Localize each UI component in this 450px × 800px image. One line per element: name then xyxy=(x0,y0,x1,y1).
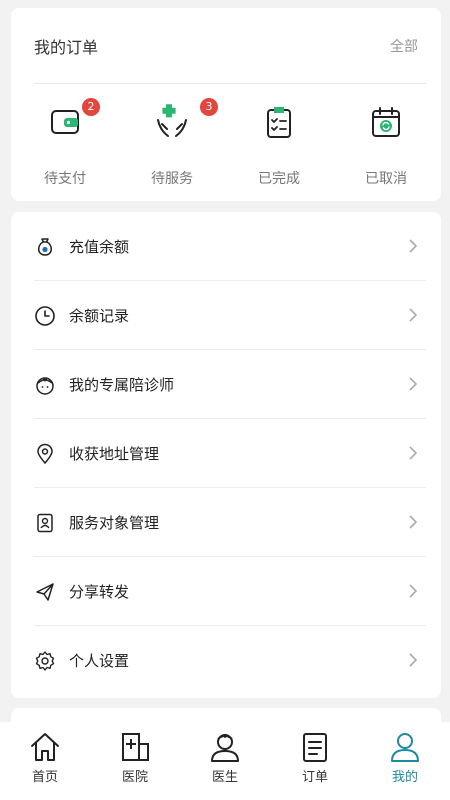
doctor-icon xyxy=(211,734,239,762)
chevron-right-icon xyxy=(409,239,418,253)
menu-item-label: 余额记录 xyxy=(69,307,130,325)
chevron-right-icon xyxy=(409,584,418,598)
menu-item-personal-settings[interactable]: 个人设置 xyxy=(34,626,426,695)
tab-home[interactable]: 首页 xyxy=(0,722,90,800)
bottom-tab-bar: 首页 医院 医生 订单 我的 xyxy=(0,722,450,800)
orders-all-link[interactable]: 全部 xyxy=(390,36,418,56)
tab-label: 首页 xyxy=(31,770,58,785)
menu-item-label: 充值余额 xyxy=(69,238,130,256)
badge-pending-service: 3 xyxy=(200,98,218,116)
home-icon xyxy=(31,733,59,761)
menu-item-share[interactable]: 分享转发 xyxy=(34,557,426,626)
tab-mine[interactable]: 我的 xyxy=(360,722,450,800)
order-status-label: 已取消 xyxy=(365,171,407,187)
tab-doctor[interactable]: 医生 xyxy=(180,722,270,800)
order-list-icon xyxy=(303,733,327,762)
chevron-right-icon xyxy=(409,308,418,322)
order-status-pending-service[interactable]: 3 待服务 xyxy=(118,94,226,194)
tab-label: 医生 xyxy=(211,770,238,785)
nurse-icon xyxy=(36,377,54,395)
menu-item-label: 个人设置 xyxy=(69,652,130,670)
location-pin-icon xyxy=(37,443,53,465)
tab-label: 我的 xyxy=(391,770,418,785)
orders-title: 我的订单 xyxy=(34,38,99,57)
tab-hospital[interactable]: 医院 xyxy=(90,722,180,800)
user-icon xyxy=(391,733,419,762)
menu-item-exclusive-escort[interactable]: 我的专属陪诊师 xyxy=(34,350,426,419)
menu-item-balance-records[interactable]: 余额记录 xyxy=(34,281,426,350)
care-hands-icon xyxy=(157,104,187,137)
menu-item-label: 分享转发 xyxy=(69,583,130,601)
chevron-right-icon xyxy=(409,515,418,529)
paper-plane-icon xyxy=(36,583,54,601)
menu-item-label: 我的专属陪诊师 xyxy=(69,376,175,394)
tab-label: 订单 xyxy=(301,770,328,785)
chevron-right-icon xyxy=(409,446,418,460)
badge-pending-payment: 2 xyxy=(82,98,100,116)
menu-item-label: 收获地址管理 xyxy=(69,445,160,463)
order-status-label: 待支付 xyxy=(44,171,86,187)
order-status-completed[interactable]: 已完成 xyxy=(225,94,333,194)
order-status-cancelled[interactable]: 已取消 xyxy=(332,94,440,194)
menu-card: 充值余额 余额记录 我的专属陪诊师 收获地址管理 服务对象管理 分享转发 个人设… xyxy=(11,212,441,698)
menu-item-recharge-balance[interactable]: 充值余额 xyxy=(34,212,426,281)
clipboard-check-icon xyxy=(267,107,291,138)
menu-item-service-recipients[interactable]: 服务对象管理 xyxy=(34,488,426,557)
tab-orders[interactable]: 订单 xyxy=(270,722,360,800)
order-status-pending-payment[interactable]: 2 待支付 xyxy=(11,94,119,194)
my-orders-card: 我的订单 全部 2 待支付 3 待服务 已完成 已取消 xyxy=(11,8,441,201)
chevron-right-icon xyxy=(409,653,418,667)
hospital-icon xyxy=(122,733,149,761)
orders-header: 我的订单 全部 xyxy=(34,8,426,84)
chevron-right-icon xyxy=(409,377,418,391)
wallet-icon xyxy=(51,110,79,134)
calendar-refresh-icon xyxy=(372,107,400,137)
order-status-label: 待服务 xyxy=(151,171,193,187)
menu-item-address-management[interactable]: 收获地址管理 xyxy=(34,419,426,488)
person-card-icon xyxy=(37,513,53,533)
menu-item-label: 服务对象管理 xyxy=(69,514,160,532)
order-status-label: 已完成 xyxy=(258,171,300,187)
settings-gear-icon xyxy=(35,651,55,671)
money-bag-icon xyxy=(38,238,52,256)
tab-label: 医院 xyxy=(121,770,148,785)
clock-icon xyxy=(35,306,55,326)
